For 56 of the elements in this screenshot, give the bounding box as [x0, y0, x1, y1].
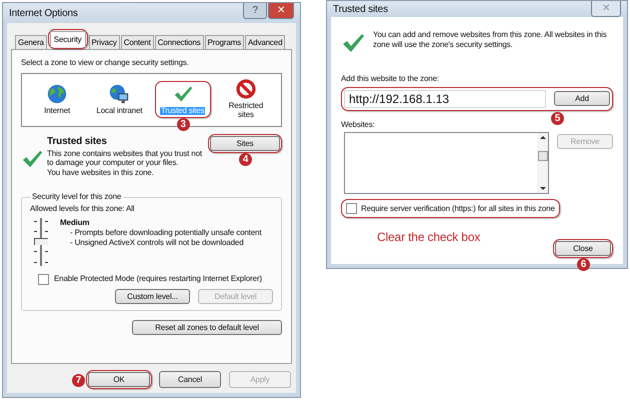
zone-label: Local intranet	[95, 106, 144, 116]
zone-label: Trusted sites	[160, 106, 206, 116]
sites-button[interactable]: Sites	[210, 136, 280, 151]
zone-title: Trusted sites	[47, 136, 108, 147]
zone-item[interactable]: Restricted sites	[220, 79, 271, 120]
scrollbar[interactable]	[537, 133, 548, 194]
checkbox-label: Require server verification (https:) for all sites in this zone	[361, 204, 555, 214]
zone-item[interactable]: Local intranet	[94, 84, 144, 116]
reset-button[interactable]: Reset all zones to default level	[132, 320, 282, 335]
zone-label: Internet	[43, 106, 72, 116]
window-title: Trusted sites	[333, 4, 388, 14]
add-button[interactable]: Add	[554, 91, 610, 106]
step-badge: 3	[176, 118, 190, 132]
info-text: You can add and remove websites from this zone. All websites in this zone will use the zone's security settings.	[373, 30, 608, 51]
allowed-levels-text: Allowed levels for this zone: All	[30, 204, 136, 214]
group-title: Security level for this zone	[31, 192, 122, 202]
checkbox[interactable]	[38, 274, 49, 285]
dialog-button[interactable]: OK	[88, 372, 150, 387]
instruction-text: Clear the check box	[377, 230, 480, 244]
tab[interactable]: Connections	[154, 35, 204, 49]
tab[interactable]: Genera	[15, 35, 47, 49]
level-button[interactable]: Custom level...	[115, 288, 190, 304]
step-badge: 7	[72, 374, 85, 387]
zone-description: This zone contains websites that you trust not to damage your computer or your files.	[47, 148, 203, 168]
tab[interactable]: Advanced	[244, 35, 286, 49]
dialog-button[interactable]: Cancel	[159, 371, 221, 388]
websites-list[interactable]	[344, 132, 549, 194]
tab[interactable]: Privacy	[88, 35, 120, 49]
checkbox[interactable]	[346, 203, 357, 214]
globe-monitor-icon	[109, 84, 130, 104]
zone-label: Restricted sites	[228, 102, 264, 120]
level-name: Medium	[60, 218, 90, 227]
url-field[interactable]: http://192.168.1.13	[344, 90, 546, 108]
zone-prompt: Select a zone to view or change security settings.	[21, 58, 190, 68]
checkbox-label: Enable Protected Mode (requires restarting Internet Explorer)	[54, 274, 262, 284]
tab[interactable]: Programs	[204, 35, 244, 49]
step-badge: 4	[239, 152, 252, 166]
globe-icon	[47, 84, 68, 104]
zone-item[interactable]: Internet	[32, 84, 82, 116]
checkmark-icon	[172, 84, 193, 104]
field-label: Websites:	[341, 120, 376, 130]
zone-note: You have websites in this zone.	[47, 168, 155, 178]
close-dialog-button[interactable]: Close	[555, 241, 611, 256]
help-button[interactable]: ?	[243, 3, 267, 19]
tab[interactable]: Security	[50, 31, 86, 47]
level-description: - Unsigned ActiveX controls will not be downloaded	[69, 238, 244, 248]
slider-thumb[interactable]	[34, 238, 48, 245]
tab[interactable]: Content	[120, 35, 154, 49]
step-badge: 6	[577, 258, 590, 272]
step-badge: 5	[551, 112, 564, 125]
close-button[interactable]: ✕	[268, 3, 294, 19]
level-description: - Prompts before downloading potentially unsafe content	[69, 228, 262, 238]
prohibited-icon	[236, 79, 256, 100]
field-label: Add this website to the zone:	[341, 74, 440, 84]
window-title: Internet Options	[9, 8, 78, 18]
security-slider[interactable]	[34, 218, 48, 266]
